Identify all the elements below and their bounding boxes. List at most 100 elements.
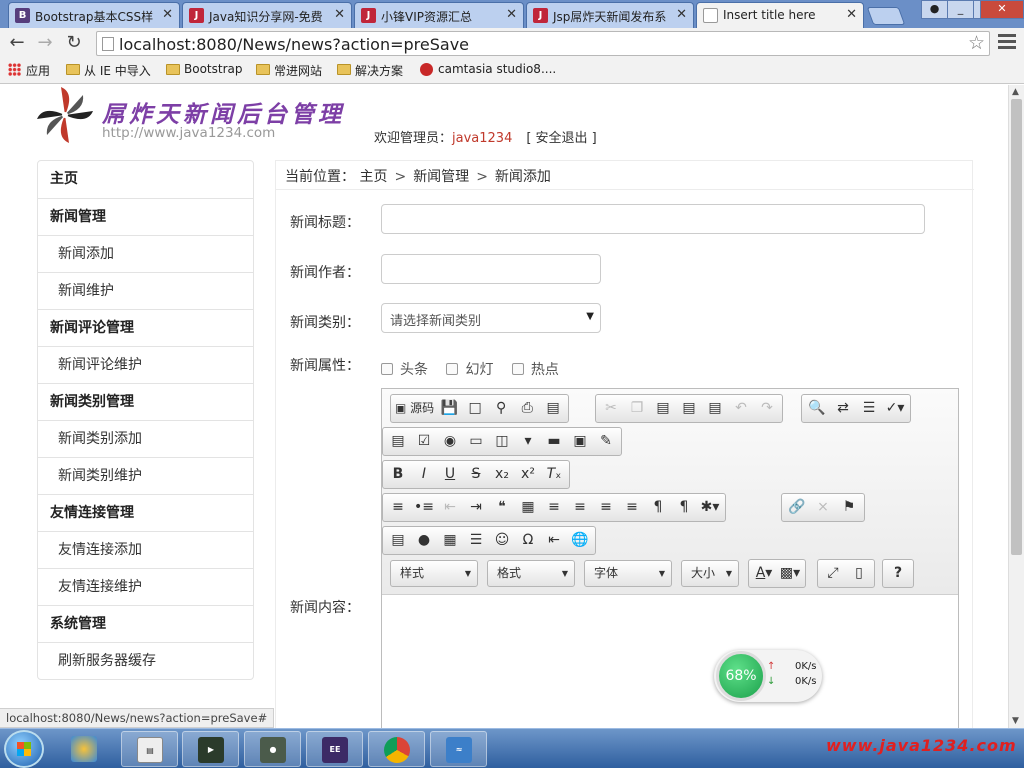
news-author-input[interactable] bbox=[381, 254, 601, 284]
bookmark-star-icon[interactable]: ☆ bbox=[968, 32, 985, 54]
news-title-input[interactable] bbox=[381, 204, 925, 234]
forward-arrow-icon[interactable]: → bbox=[34, 32, 56, 54]
text-color-icon[interactable]: A▾ bbox=[751, 560, 777, 587]
paste-icon[interactable]: ▤ bbox=[650, 395, 676, 422]
align-justify-icon[interactable]: ≡ bbox=[619, 494, 645, 521]
unlink-icon[interactable]: ⨯ bbox=[810, 494, 836, 521]
remove-format-icon[interactable]: Tₓ bbox=[541, 461, 567, 488]
taskbar-app-4[interactable]: ● bbox=[244, 731, 301, 767]
sidebar-item-news-maintain[interactable]: 新闻维护 bbox=[38, 272, 253, 309]
close-tab-icon[interactable]: ✕ bbox=[676, 7, 687, 22]
underline-icon[interactable]: U bbox=[437, 461, 463, 488]
select-all-icon[interactable]: ☰ bbox=[856, 395, 882, 422]
image-icon[interactable]: ▤ bbox=[385, 527, 411, 554]
superscript-icon[interactable]: x² bbox=[515, 461, 541, 488]
numbered-list-icon[interactable]: ≡ bbox=[385, 494, 411, 521]
close-tab-icon[interactable]: ✕ bbox=[162, 7, 173, 22]
link-icon[interactable]: 🔗 bbox=[784, 494, 810, 521]
scroll-down-arrow-icon[interactable]: ▼ bbox=[1012, 716, 1019, 726]
reload-icon[interactable]: ↻ bbox=[63, 32, 85, 54]
taskbar-chrome[interactable] bbox=[368, 731, 425, 767]
tab-jsp-news[interactable]: J Jsp屌炸天新闻发布系 ✕ bbox=[526, 2, 694, 28]
indent-icon[interactable]: ⇥ bbox=[463, 494, 489, 521]
bookmark-ie-import[interactable]: 从 IE 中导入 bbox=[66, 62, 151, 79]
tab-vip-resources[interactable]: J 小锋VIP资源汇总 ✕ bbox=[354, 2, 524, 28]
button-icon[interactable]: ▬ bbox=[541, 428, 567, 455]
language-icon[interactable]: ✱▾ bbox=[697, 494, 723, 521]
flash-icon[interactable]: ● bbox=[411, 527, 437, 554]
editor-content-area[interactable] bbox=[382, 596, 958, 728]
align-center-icon[interactable]: ≡ bbox=[567, 494, 593, 521]
form-icon[interactable]: ▤ bbox=[385, 428, 411, 455]
new-page-icon[interactable]: □ bbox=[462, 395, 488, 422]
news-category-select[interactable]: 请选择新闻类别 ▼ bbox=[381, 303, 601, 333]
logout-link[interactable]: [ 安全退出 ] bbox=[526, 131, 596, 146]
start-button[interactable] bbox=[4, 730, 44, 768]
cut-icon[interactable]: ✂ bbox=[598, 395, 624, 422]
rtl-icon[interactable]: ¶ bbox=[671, 494, 697, 521]
scroll-up-arrow-icon[interactable]: ▲ bbox=[1012, 87, 1019, 97]
page-break-icon[interactable]: ⇤ bbox=[541, 527, 567, 554]
bookmark-apps[interactable]: 应用 bbox=[8, 62, 50, 79]
show-blocks-icon[interactable]: ▯ bbox=[846, 560, 872, 587]
sidebar-item-category-maintain[interactable]: 新闻类别维护 bbox=[38, 457, 253, 494]
size-dropdown[interactable]: 大小 ▼ bbox=[681, 560, 739, 587]
bookmark-solutions[interactable]: 解决方案 bbox=[337, 62, 403, 79]
replace-icon[interactable]: ⇄ bbox=[830, 395, 856, 422]
font-dropdown[interactable]: 字体 ▼ bbox=[584, 560, 672, 587]
attribute-slideshow[interactable]: 幻灯 bbox=[446, 362, 493, 378]
sidebar-item-link-maintain[interactable]: 友情连接维护 bbox=[38, 568, 253, 605]
sidebar-item-link-add[interactable]: 友情连接添加 bbox=[38, 531, 253, 568]
sidebar-item-system-management[interactable]: 系统管理 bbox=[38, 605, 253, 642]
checkbox-icon[interactable]: ☑ bbox=[411, 428, 437, 455]
sidebar-item-home[interactable]: 主页 bbox=[38, 161, 253, 198]
italic-icon[interactable]: I bbox=[411, 461, 437, 488]
copy-icon[interactable]: ❐ bbox=[624, 395, 650, 422]
image-button-icon[interactable]: ▣ bbox=[567, 428, 593, 455]
align-right-icon[interactable]: ≡ bbox=[593, 494, 619, 521]
div-icon[interactable]: ▦ bbox=[515, 494, 541, 521]
bookmark-camtasia[interactable]: camtasia studio8.... bbox=[420, 62, 556, 76]
sidebar-item-category-management[interactable]: 新闻类别管理 bbox=[38, 383, 253, 420]
radio-icon[interactable]: ◉ bbox=[437, 428, 463, 455]
taskbar-app-2[interactable]: ▤ bbox=[121, 731, 178, 767]
styles-dropdown[interactable]: 样式 ▼ bbox=[390, 560, 478, 587]
strike-icon[interactable]: S bbox=[463, 461, 489, 488]
bg-color-icon[interactable]: ▩▾ bbox=[777, 560, 803, 587]
user-icon[interactable]: ● bbox=[921, 0, 948, 19]
source-button[interactable]: ▣ 源码 bbox=[393, 395, 436, 422]
select-icon[interactable]: ▾ bbox=[515, 428, 541, 455]
find-icon[interactable]: 🔍 bbox=[804, 395, 830, 422]
menu-icon[interactable] bbox=[998, 34, 1016, 50]
tab-insert-title[interactable]: Insert title here ✕ bbox=[696, 2, 864, 28]
bookmark-bootstrap[interactable]: Bootstrap bbox=[166, 62, 242, 76]
sidebar-item-link-management[interactable]: 友情连接管理 bbox=[38, 494, 253, 531]
checkbox[interactable] bbox=[381, 363, 393, 375]
close-tab-icon[interactable]: ✕ bbox=[334, 7, 345, 22]
window-close-button[interactable]: ✕ bbox=[980, 0, 1024, 19]
checkbox[interactable] bbox=[511, 363, 524, 375]
bookmark-common-sites[interactable]: 常进网站 bbox=[256, 62, 322, 79]
sidebar-item-news-add[interactable]: 新闻添加 bbox=[38, 235, 253, 272]
templates-icon[interactable]: ▤ bbox=[540, 395, 566, 422]
paste-text-icon[interactable]: ▤ bbox=[676, 395, 702, 422]
taskbar-app-1[interactable] bbox=[56, 731, 113, 767]
horizontal-rule-icon[interactable]: ☰ bbox=[463, 527, 489, 554]
back-arrow-icon[interactable]: ← bbox=[6, 32, 28, 54]
smiley-icon[interactable]: ☺ bbox=[489, 527, 515, 554]
save-icon[interactable]: 💾 bbox=[436, 395, 462, 422]
table-icon[interactable]: ▦ bbox=[437, 527, 463, 554]
breadcrumb-news-management[interactable]: 新闻管理 bbox=[413, 169, 469, 185]
special-char-icon[interactable]: Ω bbox=[515, 527, 541, 554]
undo-icon[interactable]: ↶ bbox=[728, 395, 754, 422]
tab-java-share[interactable]: J Java知识分享网-免费 ✕ bbox=[182, 2, 352, 28]
preview-icon[interactable]: ⚲ bbox=[488, 395, 514, 422]
subscript-icon[interactable]: x₂ bbox=[489, 461, 515, 488]
sidebar-item-comment-maintain[interactable]: 新闻评论维护 bbox=[38, 346, 253, 383]
minimize-button[interactable]: _ bbox=[947, 0, 974, 19]
paste-word-icon[interactable]: ▤ bbox=[702, 395, 728, 422]
breadcrumb-home[interactable]: 主页 bbox=[359, 169, 387, 185]
close-tab-icon[interactable]: ✕ bbox=[846, 7, 857, 22]
sidebar-item-refresh-cache[interactable]: 刷新服务器缓存 bbox=[38, 642, 253, 679]
textarea-icon[interactable]: ◫ bbox=[489, 428, 515, 455]
